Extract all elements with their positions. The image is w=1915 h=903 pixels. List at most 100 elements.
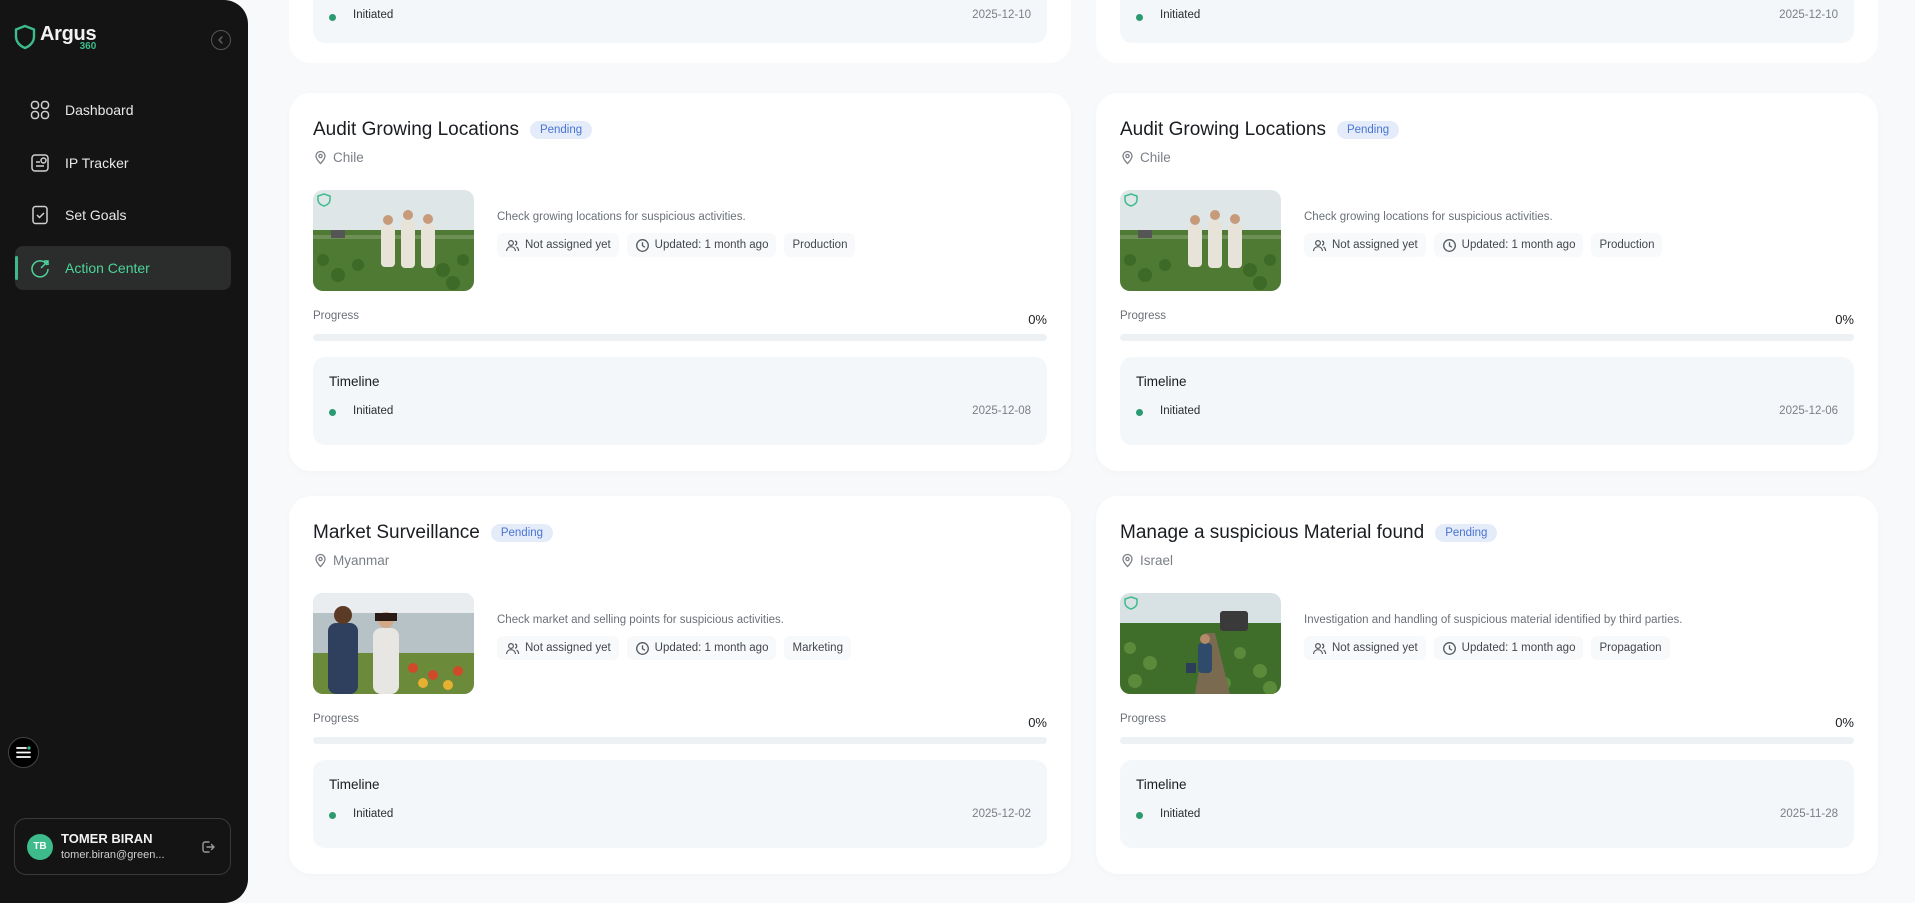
clock-icon — [635, 238, 649, 252]
card-meta: Not assigned yet Updated: 1 month ago Ma… — [497, 636, 851, 660]
collapse-sidebar-button[interactable] — [211, 30, 231, 50]
card-description: Investigation and handling of suspicious… — [1304, 614, 1683, 626]
assignee-chip[interactable]: Not assigned yet — [1304, 233, 1426, 257]
sidebar-item-action-center[interactable]: Action Center — [15, 245, 231, 290]
location-text: Chile — [1140, 150, 1171, 165]
category-chip: Production — [1591, 233, 1663, 257]
user-name: TOMER BIRAN — [61, 830, 153, 846]
sidebar-nav: Dashboard IP Tracker Set Goals Action Ce… — [15, 88, 231, 298]
location-pin-icon — [315, 150, 326, 165]
assignee-text: Not assigned yet — [525, 642, 611, 654]
timeline-dot — [329, 812, 336, 819]
card-description: Check growing locations for suspicious a… — [497, 211, 746, 223]
progress-value: 0% — [1028, 715, 1047, 730]
timeline-dot — [329, 409, 336, 416]
timeline-panel: Initiated 2025-12-10 — [313, 0, 1047, 43]
clock-icon — [1442, 238, 1456, 252]
card-title[interactable]: Audit Growing Locations — [1120, 119, 1326, 141]
card-title[interactable]: Market Surveillance — [313, 522, 480, 544]
sidebar: Argus 360 Dashboard IP Tracker Set Goals — [0, 0, 248, 903]
sidebar-item-label: Dashboard — [65, 102, 134, 118]
location-text: Israel — [1140, 553, 1174, 568]
timeline-title: Timeline — [329, 777, 380, 792]
timeline-dot — [1136, 409, 1143, 416]
updated-text: Updated: 1 month ago — [654, 642, 769, 654]
assignee-chip[interactable]: Not assigned yet — [1304, 636, 1426, 660]
shield-logo-icon — [14, 24, 36, 50]
card-location: Chile — [313, 150, 364, 165]
user-email: tomer.biran@green... — [61, 848, 165, 861]
category-text: Production — [792, 239, 848, 251]
progress-label: Progress — [1120, 713, 1167, 725]
task-card[interactable]: Audit Growing Locations Pending Chile Ch… — [1096, 93, 1878, 471]
timeline-title: Timeline — [1136, 777, 1187, 792]
progress-value: 0% — [1028, 312, 1047, 327]
card-location: Israel — [1120, 553, 1173, 568]
progress-bar — [313, 737, 1047, 744]
timeline-date: 2025-12-10 — [1779, 9, 1838, 21]
card-thumbnail[interactable] — [1120, 190, 1281, 291]
assignee-text: Not assigned yet — [525, 239, 611, 251]
status-badge: Pending — [1336, 121, 1400, 139]
users-icon — [1312, 239, 1327, 251]
timeline-status: Initiated — [353, 9, 394, 21]
timeline-date: 2025-12-10 — [972, 9, 1031, 21]
card-title[interactable]: Manage a suspicious Material found — [1120, 522, 1424, 544]
card-meta: Not assigned yet Updated: 1 month ago Pr… — [497, 233, 856, 257]
clock-icon — [1442, 641, 1456, 655]
location-pin-icon — [1122, 553, 1133, 568]
location-text: Myanmar — [333, 553, 390, 568]
card-title[interactable]: Audit Growing Locations — [313, 119, 519, 141]
user-profile-card[interactable]: TB TOMER BIRAN tomer.biran@green... — [14, 818, 231, 875]
users-icon — [505, 642, 520, 654]
card-meta: Not assigned yet Updated: 1 month ago Pr… — [1304, 636, 1670, 660]
timeline-panel: Timeline Initiated 2025-12-02 — [313, 760, 1047, 848]
timeline-status: Initiated — [353, 808, 394, 820]
task-card-partial[interactable]: Initiated 2025-12-10 — [1096, 0, 1878, 63]
timeline-status: Initiated — [1160, 9, 1201, 21]
status-badge: Pending — [1435, 524, 1498, 542]
status-badge: Pending — [490, 524, 554, 542]
timeline-status: Initiated — [1160, 808, 1201, 820]
location-pin-icon — [315, 553, 326, 568]
card-thumbnail[interactable] — [313, 593, 474, 694]
sidebar-item-ip-tracker[interactable]: IP Tracker — [15, 141, 231, 185]
card-thumbnail[interactable] — [1120, 593, 1281, 694]
category-text: Marketing — [792, 642, 843, 654]
task-card[interactable]: Audit Growing Locations Pending Chile Ch… — [289, 93, 1071, 471]
timeline-title: Timeline — [329, 374, 380, 389]
sidebar-item-label: Action Center — [65, 259, 150, 276]
card-location: Chile — [1120, 150, 1171, 165]
brand-logo[interactable]: Argus 360 — [14, 24, 97, 52]
location-text: Chile — [333, 150, 364, 165]
timeline-dot — [1136, 14, 1143, 21]
sidebar-item-label: IP Tracker — [65, 154, 129, 171]
progress-bar — [313, 334, 1047, 341]
category-chip: Production — [784, 233, 856, 257]
assignee-chip[interactable]: Not assigned yet — [497, 233, 619, 257]
grid-icon — [30, 100, 50, 120]
users-icon — [1312, 642, 1327, 654]
timeline-panel: Timeline Initiated 2025-12-06 — [1120, 357, 1854, 445]
card-description: Check market and selling points for susp… — [497, 614, 784, 626]
menu-lines-icon — [16, 746, 31, 758]
updated-chip: Updated: 1 month ago — [1433, 636, 1584, 660]
progress-value: 0% — [1835, 715, 1854, 730]
card-location: Myanmar — [313, 553, 389, 568]
logout-icon[interactable] — [200, 839, 216, 855]
timeline-panel: Initiated 2025-12-10 — [1120, 0, 1854, 43]
task-card[interactable]: Manage a suspicious Material found Pendi… — [1096, 496, 1878, 874]
progress-value: 0% — [1835, 312, 1854, 327]
timeline-dot — [1136, 812, 1143, 819]
card-thumbnail[interactable] — [313, 190, 474, 291]
category-text: Production — [1599, 239, 1655, 251]
sidebar-item-set-goals[interactable]: Set Goals — [15, 193, 231, 237]
assignee-chip[interactable]: Not assigned yet — [497, 636, 619, 660]
menu-toggle-button[interactable] — [8, 737, 39, 768]
timeline-title: Timeline — [1136, 374, 1187, 389]
task-card[interactable]: Market Surveillance Pending Myanmar Chec… — [289, 496, 1071, 874]
location-pin-icon — [1122, 150, 1133, 165]
sidebar-item-label: Set Goals — [65, 207, 127, 223]
sidebar-item-dashboard[interactable]: Dashboard — [15, 88, 231, 132]
task-card-partial[interactable]: Initiated 2025-12-10 — [289, 0, 1071, 63]
